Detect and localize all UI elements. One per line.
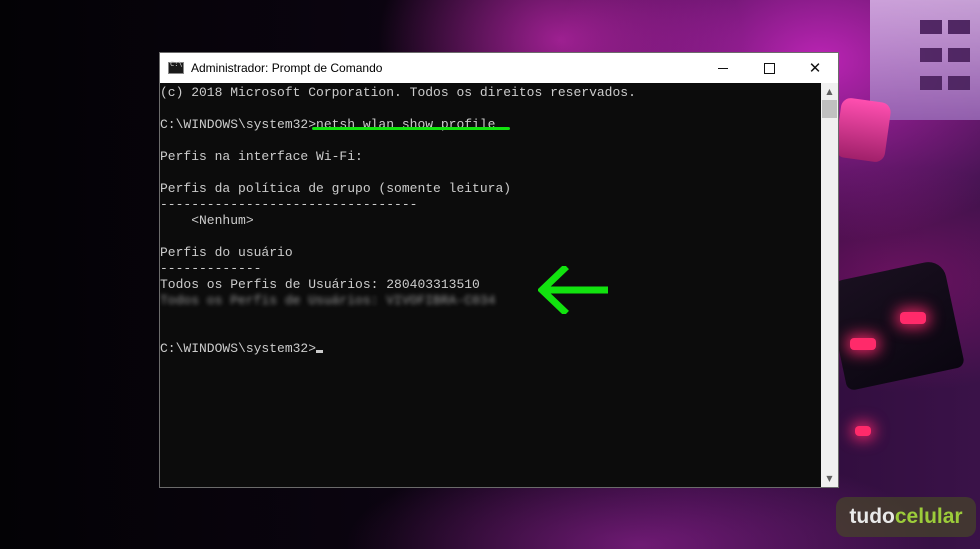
- scroll-up-button[interactable]: ▲: [821, 83, 838, 100]
- watermark-part1: tudo: [849, 505, 895, 528]
- tudocelular-watermark: tudo celular: [836, 497, 976, 537]
- blurred-profile: Todos os Perfis de Usuários: VIVOFIBRA-C…: [160, 293, 496, 308]
- prompt-text: C:\WINDOWS\system32>: [160, 341, 317, 356]
- title-bar[interactable]: Administrador: Prompt de Comando ✕: [160, 53, 838, 83]
- console-line: Perfis do usuário: [160, 245, 293, 260]
- scroll-down-button[interactable]: ▼: [821, 470, 838, 487]
- car-tail-light: [900, 312, 926, 324]
- close-icon: ✕: [808, 59, 822, 77]
- maximize-button[interactable]: [746, 53, 792, 83]
- watermark-part2: celular: [894, 505, 963, 528]
- console-line: (c) 2018 Microsoft Corporation. Todos os…: [160, 85, 636, 100]
- text-cursor: [316, 350, 324, 353]
- console-line: C:\WINDOWS\system32>netsh wlan show prof…: [160, 117, 496, 132]
- console-line: Perfis da política de grupo (somente lei…: [160, 181, 512, 196]
- console-line: ---------------------------------: [160, 197, 418, 212]
- car-tail-light: [855, 426, 871, 436]
- vertical-scrollbar[interactable]: ▲ ▼: [821, 83, 838, 487]
- green-arrow-icon: [538, 266, 608, 314]
- wallpaper-dark-car: [824, 258, 966, 392]
- minimize-button[interactable]: [700, 53, 746, 83]
- console-line: -------------: [160, 261, 262, 276]
- command-highlight-underline: [312, 127, 510, 130]
- wallpaper-pink-car: [834, 96, 892, 164]
- console-line: Perfis na interface Wi-Fi:: [160, 149, 363, 164]
- close-button[interactable]: ✕: [792, 53, 838, 83]
- window-controls: ✕: [700, 53, 838, 83]
- window-title: Administrador: Prompt de Comando: [191, 61, 383, 75]
- wifi-profile-line: Todos os Perfis de Usuários: 28040331351…: [160, 277, 480, 292]
- minimize-icon: [718, 67, 728, 69]
- maximize-icon: [763, 62, 775, 74]
- wallpaper-building: [870, 0, 980, 120]
- cmd-app-icon[interactable]: [168, 60, 184, 74]
- console-output[interactable]: (c) 2018 Microsoft Corporation. Todos os…: [160, 83, 821, 487]
- command-prompt-window[interactable]: Administrador: Prompt de Comando ✕ (c) 2…: [159, 52, 839, 488]
- scroll-thumb[interactable]: [822, 100, 837, 118]
- console-line: <Nenhum>: [160, 213, 254, 228]
- car-tail-light: [850, 338, 876, 350]
- prompt-line[interactable]: C:\WINDOWS\system32>: [160, 341, 324, 357]
- wifi-profile-line: Todos os Perfis de Usuários: VIVOFIBRA-C…: [160, 293, 495, 309]
